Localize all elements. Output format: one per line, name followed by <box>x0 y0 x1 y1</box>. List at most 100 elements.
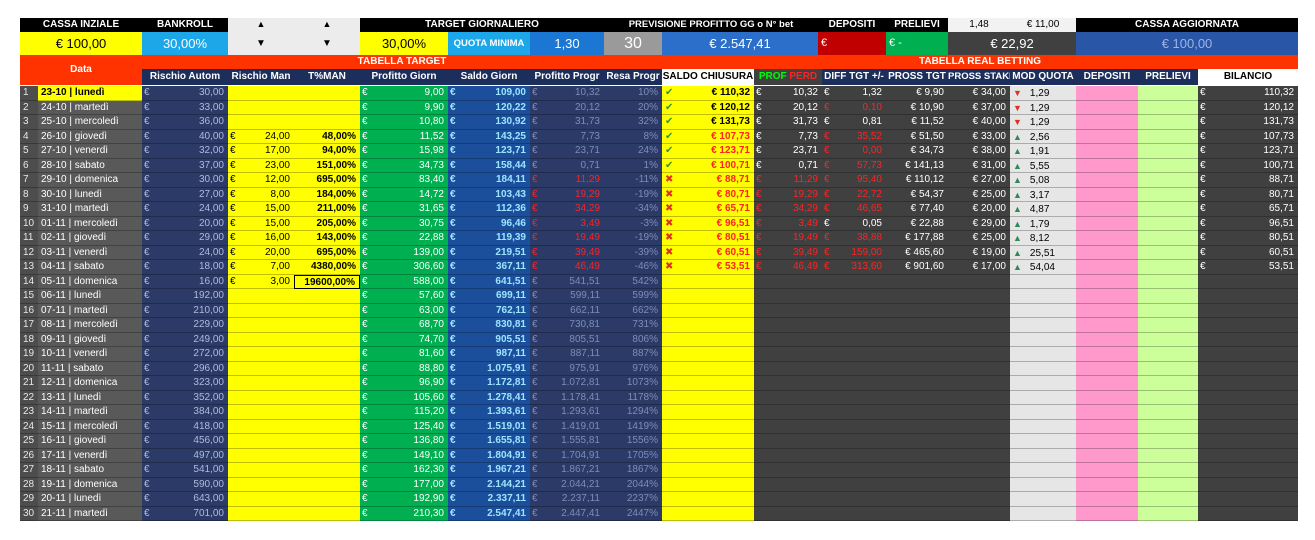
cell-pre[interactable] <box>1138 245 1198 260</box>
cell-rm[interactable] <box>228 361 294 376</box>
cell-tm[interactable]: 695,00% <box>294 245 360 260</box>
cell-tm[interactable] <box>294 506 360 521</box>
cell-rm[interactable]: €17,00 <box>228 144 294 159</box>
cell-tm[interactable] <box>294 477 360 492</box>
cell-rm[interactable] <box>228 419 294 434</box>
increase-bankroll-button[interactable]: ▲ <box>228 18 294 32</box>
cell-rm[interactable] <box>228 115 294 130</box>
cell-tm[interactable] <box>294 332 360 347</box>
cell-rm[interactable] <box>228 347 294 362</box>
cell-dep[interactable] <box>1076 477 1138 492</box>
cell-dep[interactable] <box>1076 100 1138 115</box>
cell-rm[interactable] <box>228 332 294 347</box>
cell-pre[interactable] <box>1138 144 1198 159</box>
increase-target-button[interactable]: ▲ <box>294 18 360 32</box>
cell-rm[interactable] <box>228 477 294 492</box>
cell-pre[interactable] <box>1138 173 1198 188</box>
cell-tm[interactable]: 94,00% <box>294 144 360 159</box>
cell-tm[interactable]: 205,00% <box>294 216 360 231</box>
cell-rm[interactable] <box>228 86 294 101</box>
days-value[interactable]: 30 <box>604 32 662 55</box>
cell-rm[interactable] <box>228 463 294 478</box>
cell-dep[interactable] <box>1076 173 1138 188</box>
cell-pre[interactable] <box>1138 347 1198 362</box>
cell-pre[interactable] <box>1138 158 1198 173</box>
cell-pre[interactable] <box>1138 216 1198 231</box>
cell-dep[interactable] <box>1076 202 1138 217</box>
cell-dep[interactable] <box>1076 86 1138 101</box>
cell-dep[interactable] <box>1076 347 1138 362</box>
cell-rm[interactable]: €3,00 <box>228 274 294 289</box>
cell-rm[interactable]: €7,00 <box>228 260 294 275</box>
cell-rm[interactable] <box>228 405 294 420</box>
depositi-top-value[interactable]: € <box>818 32 886 55</box>
cell-pre[interactable] <box>1138 86 1198 101</box>
cell-dep[interactable] <box>1076 492 1138 507</box>
cell-pre[interactable] <box>1138 274 1198 289</box>
cell-tm[interactable] <box>294 115 360 130</box>
cell-pre[interactable] <box>1138 115 1198 130</box>
cell-pre[interactable] <box>1138 361 1198 376</box>
cell-dep[interactable] <box>1076 463 1138 478</box>
cell-rm[interactable]: €23,00 <box>228 158 294 173</box>
cell-rm[interactable] <box>228 376 294 391</box>
cell-tm[interactable] <box>294 303 360 318</box>
cell-rm[interactable] <box>228 506 294 521</box>
cell-tm[interactable] <box>294 405 360 420</box>
cell-pre[interactable] <box>1138 390 1198 405</box>
cell-pre[interactable] <box>1138 129 1198 144</box>
cell-pre[interactable] <box>1138 405 1198 420</box>
cell-tm[interactable]: 184,00% <box>294 187 360 202</box>
cell-rm[interactable]: €8,00 <box>228 187 294 202</box>
cell-dep[interactable] <box>1076 115 1138 130</box>
cell-pre[interactable] <box>1138 231 1198 246</box>
cell-dep[interactable] <box>1076 434 1138 449</box>
cell-dep[interactable] <box>1076 303 1138 318</box>
cell-tm[interactable] <box>294 100 360 115</box>
cell-rm[interactable] <box>228 318 294 333</box>
cell-rm[interactable]: €24,00 <box>228 129 294 144</box>
cell-tm[interactable]: 19600,00% <box>294 274 360 289</box>
cell-tm[interactable] <box>294 463 360 478</box>
cell-dep[interactable] <box>1076 419 1138 434</box>
decrease-target-button[interactable]: ▼ <box>294 32 360 55</box>
cell-tm[interactable] <box>294 419 360 434</box>
cell-rm[interactable] <box>228 303 294 318</box>
cell-rm[interactable] <box>228 289 294 304</box>
cell-dep[interactable] <box>1076 448 1138 463</box>
cell-tm[interactable] <box>294 434 360 449</box>
cell-rm[interactable]: €20,00 <box>228 245 294 260</box>
cell-dep[interactable] <box>1076 187 1138 202</box>
cell-pre[interactable] <box>1138 376 1198 391</box>
cell-dep[interactable] <box>1076 144 1138 159</box>
cell-pre[interactable] <box>1138 318 1198 333</box>
prelievi-top-value[interactable]: € - <box>886 32 948 55</box>
cell-dep[interactable] <box>1076 216 1138 231</box>
cell-dep[interactable] <box>1076 332 1138 347</box>
cell-dep[interactable] <box>1076 129 1138 144</box>
cell-pre[interactable] <box>1138 463 1198 478</box>
cell-pre[interactable] <box>1138 332 1198 347</box>
cell-rm[interactable] <box>228 448 294 463</box>
cell-dep[interactable] <box>1076 289 1138 304</box>
cell-dep[interactable] <box>1076 158 1138 173</box>
cell-pre[interactable] <box>1138 202 1198 217</box>
cell-rm[interactable]: €15,00 <box>228 202 294 217</box>
cell-dep[interactable] <box>1076 318 1138 333</box>
quota-minima-value[interactable]: 1,30 <box>530 32 604 55</box>
cell-tm[interactable] <box>294 289 360 304</box>
cell-tm[interactable] <box>294 390 360 405</box>
cell-rm[interactable] <box>228 434 294 449</box>
cell-pre[interactable] <box>1138 100 1198 115</box>
cell-dep[interactable] <box>1076 405 1138 420</box>
cell-dep[interactable] <box>1076 245 1138 260</box>
cell-tm[interactable] <box>294 361 360 376</box>
cell-dep[interactable] <box>1076 376 1138 391</box>
cell-rm[interactable]: €15,00 <box>228 216 294 231</box>
cell-rm[interactable] <box>228 492 294 507</box>
cell-pre[interactable] <box>1138 260 1198 275</box>
cell-tm[interactable] <box>294 448 360 463</box>
cell-rm[interactable] <box>228 100 294 115</box>
cell-pre[interactable] <box>1138 419 1198 434</box>
cell-pre[interactable] <box>1138 303 1198 318</box>
